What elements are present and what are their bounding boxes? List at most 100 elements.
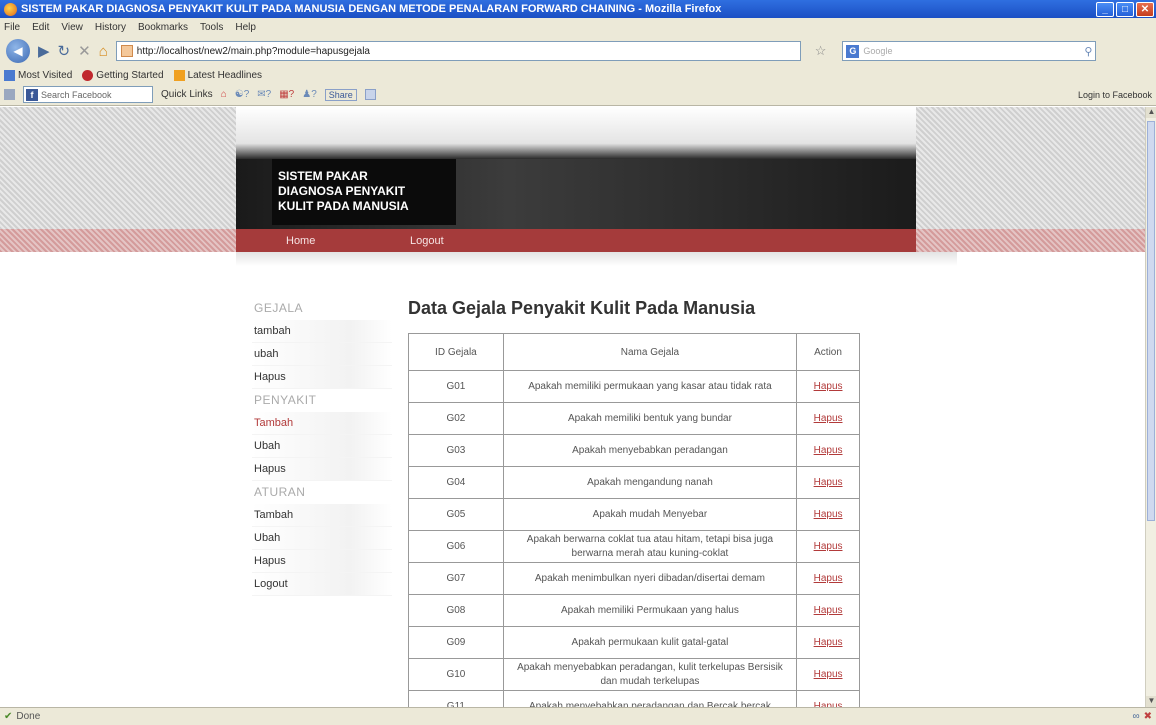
hapus-link[interactable]: Hapus: [814, 413, 843, 424]
hapus-link[interactable]: Hapus: [814, 637, 843, 648]
cell-name: Apakah memiliki permukaan yang kasar ata…: [502, 370, 798, 403]
quick-links[interactable]: Quick Links: [161, 89, 213, 100]
navigation-toolbar: ◀ ▶ ↻ ✕ ⌂ http://localhost/new2/main.php…: [0, 36, 1156, 66]
site-nav: Home Logout: [236, 229, 916, 252]
minimize-button[interactable]: _: [1096, 1, 1114, 17]
table-row: G06 Apakah berwarna coklat tua atau hitam…: [408, 530, 860, 563]
menu-history[interactable]: History: [95, 22, 126, 33]
cell-id: G11: [408, 690, 504, 707]
stop-icon[interactable]: ✕: [78, 42, 91, 60]
cell-id: G09: [408, 626, 504, 659]
cell-action: Hapus: [796, 626, 860, 659]
bookmark-star-icon[interactable]: ☆: [815, 43, 827, 59]
status-bar: ✔ Done ∞ ✖: [0, 707, 1156, 725]
facebook-search-input[interactable]: f Search Facebook: [23, 86, 153, 103]
toolbar-menu-icon[interactable]: [4, 89, 15, 100]
cell-name: Apakah menyebabkan peradangan: [502, 434, 798, 467]
sidebar-item-aturan-ubah[interactable]: Ubah: [252, 527, 392, 550]
hapus-link[interactable]: Hapus: [814, 573, 843, 584]
sidebar-item-penyakit-tambah[interactable]: Tambah: [252, 412, 392, 435]
hapus-link[interactable]: Hapus: [814, 477, 843, 488]
facebook-search-placeholder: Search Facebook: [41, 89, 112, 100]
nav-home[interactable]: Home: [286, 235, 315, 247]
table-row: G01 Apakah memiliki permukaan yang kasar …: [408, 370, 860, 403]
back-button[interactable]: ◀: [6, 39, 30, 63]
hapus-link[interactable]: Hapus: [814, 381, 843, 392]
close-button[interactable]: ✕: [1136, 1, 1154, 17]
menu-tools[interactable]: Tools: [200, 22, 223, 33]
table-row: G11 Apakah menyebabkan peradangan dan Ber…: [408, 690, 860, 707]
sidebar-item-gejala-hapus[interactable]: Hapus: [252, 366, 392, 389]
sidebar-item-penyakit-hapus[interactable]: Hapus: [252, 458, 392, 481]
sidebar-heading-aturan: ATURAN: [254, 485, 306, 499]
scroll-up-arrow-icon[interactable]: ▲: [1146, 107, 1156, 118]
most-visited-icon: [4, 69, 15, 81]
sidebar-item-aturan-tambah[interactable]: Tambah: [252, 504, 392, 527]
scroll-down-arrow-icon[interactable]: ▼: [1146, 696, 1156, 707]
search-icon[interactable]: ⚲: [1084, 45, 1092, 58]
scroll-thumb[interactable]: [1147, 121, 1155, 521]
search-box[interactable]: G Google ⚲: [842, 41, 1097, 61]
hapus-link[interactable]: Hapus: [814, 541, 843, 552]
cell-action: Hapus: [796, 658, 860, 691]
home-icon[interactable]: ⌂: [99, 43, 108, 60]
menu-file[interactable]: File: [4, 22, 20, 33]
hapus-link[interactable]: Hapus: [814, 445, 843, 456]
home-small-icon[interactable]: ⌂: [221, 89, 227, 100]
cell-id: G07: [408, 562, 504, 595]
hapus-link[interactable]: Hapus: [814, 605, 843, 616]
settings-icon[interactable]: [364, 89, 376, 100]
cell-name: Apakah menimbulkan nyeri dibadan/diserta…: [502, 562, 798, 595]
cell-action: Hapus: [796, 594, 860, 627]
share-button[interactable]: Share: [324, 88, 357, 101]
bookmark-label: Getting Started: [96, 69, 164, 81]
cell-id: G02: [408, 402, 504, 435]
menu-view[interactable]: View: [61, 22, 83, 33]
menu-bookmarks[interactable]: Bookmarks: [138, 22, 188, 33]
hapus-link[interactable]: Hapus: [814, 509, 843, 520]
maximize-button[interactable]: □: [1116, 1, 1134, 17]
cell-name: Apakah menyebabkan peradangan dan Bercak…: [502, 690, 798, 707]
window-title-bar: SISTEM PAKAR DIAGNOSA PENYAKIT KULIT PAD…: [0, 0, 1156, 18]
cell-action: Hapus: [796, 498, 860, 531]
cell-name: Apakah memiliki Permukaan yang halus: [502, 594, 798, 627]
address-bar[interactable]: http://localhost/new2/main.php?module=ha…: [115, 41, 801, 61]
bookmark-getting-started[interactable]: Getting Started: [82, 69, 164, 81]
nav-logout[interactable]: Logout: [410, 235, 444, 247]
reload-icon[interactable]: ↻: [58, 42, 71, 60]
sidebar-item-penyakit-ubah[interactable]: Ubah: [252, 435, 392, 458]
menu-help[interactable]: Help: [235, 22, 256, 33]
vertical-scrollbar[interactable]: ▲ ▼: [1145, 107, 1156, 707]
mail-icon[interactable]: ✉?: [257, 89, 271, 100]
cell-action: Hapus: [796, 466, 860, 499]
bookmark-label: Most Visited: [18, 69, 73, 81]
logo-line-1: SISTEM PAKAR: [278, 169, 368, 183]
hapus-link[interactable]: Hapus: [814, 669, 843, 680]
bookmark-latest-headlines[interactable]: Latest Headlines: [173, 69, 262, 81]
getting-started-icon: [82, 69, 94, 81]
friends-icon[interactable]: ☯?: [235, 89, 250, 100]
rss-icon: [173, 69, 185, 81]
forward-button[interactable]: ▶: [38, 42, 50, 60]
adblock-icon[interactable]: ✖: [1144, 711, 1152, 722]
bookmark-most-visited[interactable]: Most Visited: [4, 69, 73, 81]
login-to-facebook-link[interactable]: Login to Facebook: [1078, 90, 1152, 100]
sidebar-item-gejala-ubah[interactable]: ubah: [252, 343, 392, 366]
sidebar-item-gejala-tambah[interactable]: tambah: [252, 320, 392, 343]
cell-id: G08: [408, 594, 504, 627]
cell-name: Apakah memiliki bentuk yang bundar: [502, 402, 798, 435]
cell-action: Hapus: [796, 370, 860, 403]
sidebar-item-aturan-hapus[interactable]: Hapus: [252, 550, 392, 573]
logo-line-2: DIAGNOSA PENYAKIT: [278, 184, 406, 198]
table-row: G10 Apakah menyebabkan peradangan, kulit …: [408, 658, 860, 691]
cell-id: G05: [408, 498, 504, 531]
sidebar-item-logout[interactable]: Logout: [252, 573, 392, 596]
addon-icon[interactable]: ∞: [1132, 711, 1139, 722]
cell-id: G03: [408, 434, 504, 467]
groups-icon[interactable]: ♟?: [302, 89, 317, 100]
table-row: G07 Apakah menimbulkan nyeri dibadan/dise…: [408, 562, 860, 595]
calendar-icon[interactable]: ▦?: [279, 89, 294, 100]
menu-edit[interactable]: Edit: [32, 22, 49, 33]
table-row: G05 Apakah mudah Menyebar Hapus: [408, 498, 860, 531]
gejala-table: ID Gejala Nama Gejala Action G01 Apakah m…: [408, 333, 860, 707]
